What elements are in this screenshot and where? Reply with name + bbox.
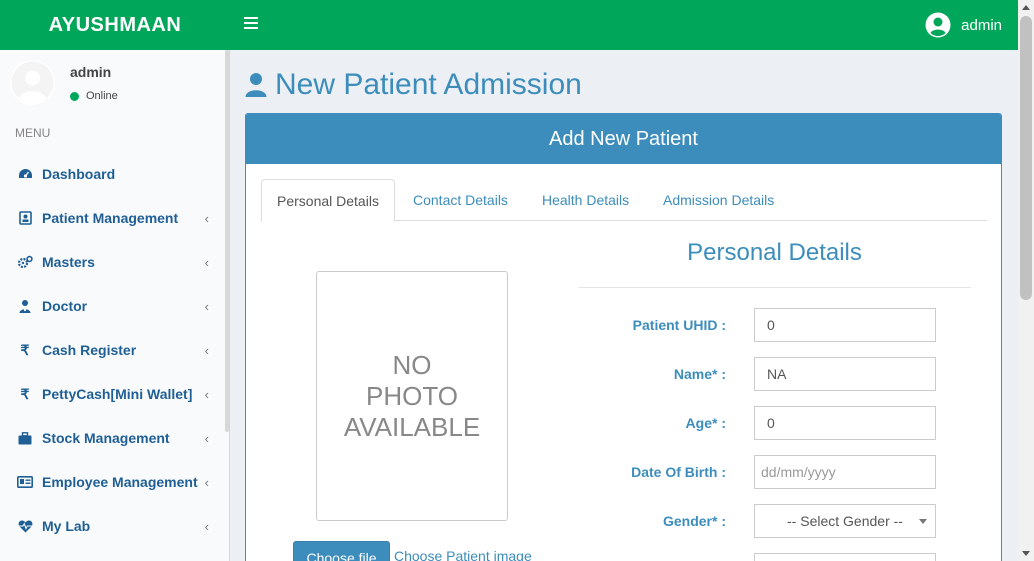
tab-contact-details[interactable]: Contact Details bbox=[398, 179, 523, 221]
gender-select-value: -- Select Gender -- bbox=[787, 513, 903, 529]
chevron-left-icon: ‹ bbox=[204, 475, 209, 490]
scrollbar-thumb[interactable] bbox=[1020, 16, 1032, 300]
chevron-left-icon: ‹ bbox=[204, 255, 209, 270]
top-navbar: AYUSHMAAN admin bbox=[0, 0, 1018, 50]
chevron-left-icon: ‹ bbox=[204, 343, 209, 358]
choose-file-button[interactable]: Choose file bbox=[293, 541, 390, 561]
form-row-age: Age* : 0 bbox=[578, 406, 998, 440]
sidebar-scrollbar[interactable] bbox=[225, 50, 229, 432]
box-header: Add New Patient bbox=[246, 114, 1001, 164]
name-input[interactable]: NA bbox=[754, 357, 936, 391]
sidebar-item-doctor[interactable]: Doctor ‹ bbox=[0, 284, 225, 328]
sidebar-item-label: My Lab bbox=[42, 518, 91, 534]
online-dot-icon bbox=[70, 91, 79, 101]
sidebar-user-panel: admin Online bbox=[10, 60, 220, 110]
sidebar-item-label: Stock Management bbox=[42, 430, 170, 446]
sidebar-item-stock-management[interactable]: Stock Management ‹ bbox=[0, 416, 225, 460]
user-md-icon bbox=[17, 299, 33, 313]
user-status-label: Online bbox=[86, 90, 118, 102]
section-title: Personal Details bbox=[687, 239, 862, 266]
app-logo[interactable]: AYUSHMAAN bbox=[0, 0, 230, 50]
next-field-input[interactable] bbox=[754, 553, 936, 561]
dashboard-icon bbox=[17, 167, 33, 181]
form-row-uhid: Patient UHID : 0 bbox=[578, 308, 998, 342]
sidebar-item-label: Employee Management bbox=[42, 474, 198, 490]
form-row-next bbox=[578, 553, 998, 561]
page-title: New Patient Admission bbox=[245, 68, 582, 102]
id-card-icon bbox=[17, 475, 33, 489]
field-label: Date Of Birth : bbox=[631, 464, 726, 480]
caret-down-icon bbox=[919, 519, 927, 524]
sidebar-item-label: Masters bbox=[42, 254, 95, 270]
choose-file-text[interactable]: Choose Patient image bbox=[394, 548, 532, 561]
chevron-left-icon: ‹ bbox=[204, 431, 209, 446]
heartbeat-icon bbox=[17, 519, 33, 533]
avatar bbox=[10, 60, 55, 105]
sidebar-item-patient-management[interactable]: Patient Management ‹ bbox=[0, 196, 225, 240]
chevron-left-icon: ‹ bbox=[204, 387, 209, 402]
tab-personal-details[interactable]: Personal Details bbox=[261, 179, 395, 222]
gender-select[interactable]: -- Select Gender -- bbox=[754, 504, 936, 538]
field-label: Gender* : bbox=[662, 513, 726, 529]
sidebar-item-label: Patient Management bbox=[42, 210, 179, 226]
tab-bar: Personal Details Contact Details Health … bbox=[261, 179, 987, 222]
form-row-dob: Date Of Birth : dd/mm/yyyy bbox=[578, 455, 998, 489]
cogs-icon bbox=[17, 255, 33, 269]
photo-line: AVAILABLE bbox=[343, 411, 481, 442]
sidebar-item-label: Dashboard bbox=[42, 166, 116, 182]
field-label: Name* : bbox=[673, 366, 726, 382]
user-menu[interactable]: admin bbox=[925, 12, 1002, 38]
sidebar-item-my-lab[interactable]: My Lab ‹ bbox=[0, 504, 225, 548]
form-row-name: Name* : NA bbox=[578, 357, 998, 391]
section-divider bbox=[578, 287, 971, 288]
patient-uhid-input[interactable]: 0 bbox=[754, 308, 936, 342]
scroll-up-arrow-icon[interactable] bbox=[1022, 5, 1030, 10]
sidebar: admin Online MENU Dashboard Patient Mana… bbox=[0, 50, 230, 561]
sidebar-item-employee-management[interactable]: Employee Management ‹ bbox=[0, 460, 225, 504]
sidebar-item-cash-register[interactable]: ₹ Cash Register ‹ bbox=[0, 328, 225, 372]
sidebar-item-label: Cash Register bbox=[42, 342, 137, 358]
sidebar-item-label: Doctor bbox=[42, 298, 88, 314]
sidebar-item-dashboard[interactable]: Dashboard bbox=[0, 152, 225, 196]
patient-card-icon bbox=[17, 211, 33, 225]
date-of-birth-input[interactable]: dd/mm/yyyy bbox=[754, 455, 936, 489]
page-title-text: New Patient Admission bbox=[275, 68, 582, 101]
chevron-left-icon: ‹ bbox=[204, 299, 209, 314]
field-label: Patient UHID : bbox=[632, 317, 726, 333]
chevron-left-icon: ‹ bbox=[204, 519, 209, 534]
scroll-down-arrow-icon[interactable] bbox=[1022, 551, 1030, 556]
form-row-gender: Gender* : -- Select Gender -- bbox=[578, 504, 998, 538]
sidebar-item-label: PettyCash[Mini Wallet] bbox=[42, 386, 193, 402]
page-scrollbar[interactable] bbox=[1018, 0, 1034, 561]
patient-photo-placeholder: NO PHOTO AVAILABLE bbox=[316, 271, 508, 521]
rupee-icon: ₹ bbox=[20, 341, 30, 358]
tab-admission-details[interactable]: Admission Details bbox=[648, 179, 789, 221]
field-label: Age* : bbox=[685, 415, 726, 431]
avatar-icon bbox=[10, 60, 55, 105]
user-status: Online bbox=[70, 90, 118, 102]
rupee-icon: ₹ bbox=[20, 385, 30, 402]
user-circle-icon bbox=[925, 12, 951, 38]
user-menu-name: admin bbox=[961, 16, 1002, 34]
sidebar-item-masters[interactable]: Masters ‹ bbox=[0, 240, 225, 284]
menu-header: MENU bbox=[15, 126, 51, 140]
sidebar-user-name: admin bbox=[70, 64, 112, 80]
photo-line: PHOTO bbox=[366, 380, 458, 411]
sidebar-toggle-icon[interactable] bbox=[244, 17, 258, 33]
age-input[interactable]: 0 bbox=[754, 406, 936, 440]
tab-health-details[interactable]: Health Details bbox=[527, 179, 644, 221]
photo-line: NO bbox=[392, 349, 432, 380]
user-icon bbox=[245, 73, 267, 97]
sidebar-item-pettycash[interactable]: ₹ PettyCash[Mini Wallet] ‹ bbox=[0, 372, 225, 416]
chevron-left-icon: ‹ bbox=[204, 211, 209, 226]
add-patient-box: Add New Patient Personal Details Contact… bbox=[245, 113, 1002, 561]
briefcase-icon bbox=[17, 431, 33, 445]
